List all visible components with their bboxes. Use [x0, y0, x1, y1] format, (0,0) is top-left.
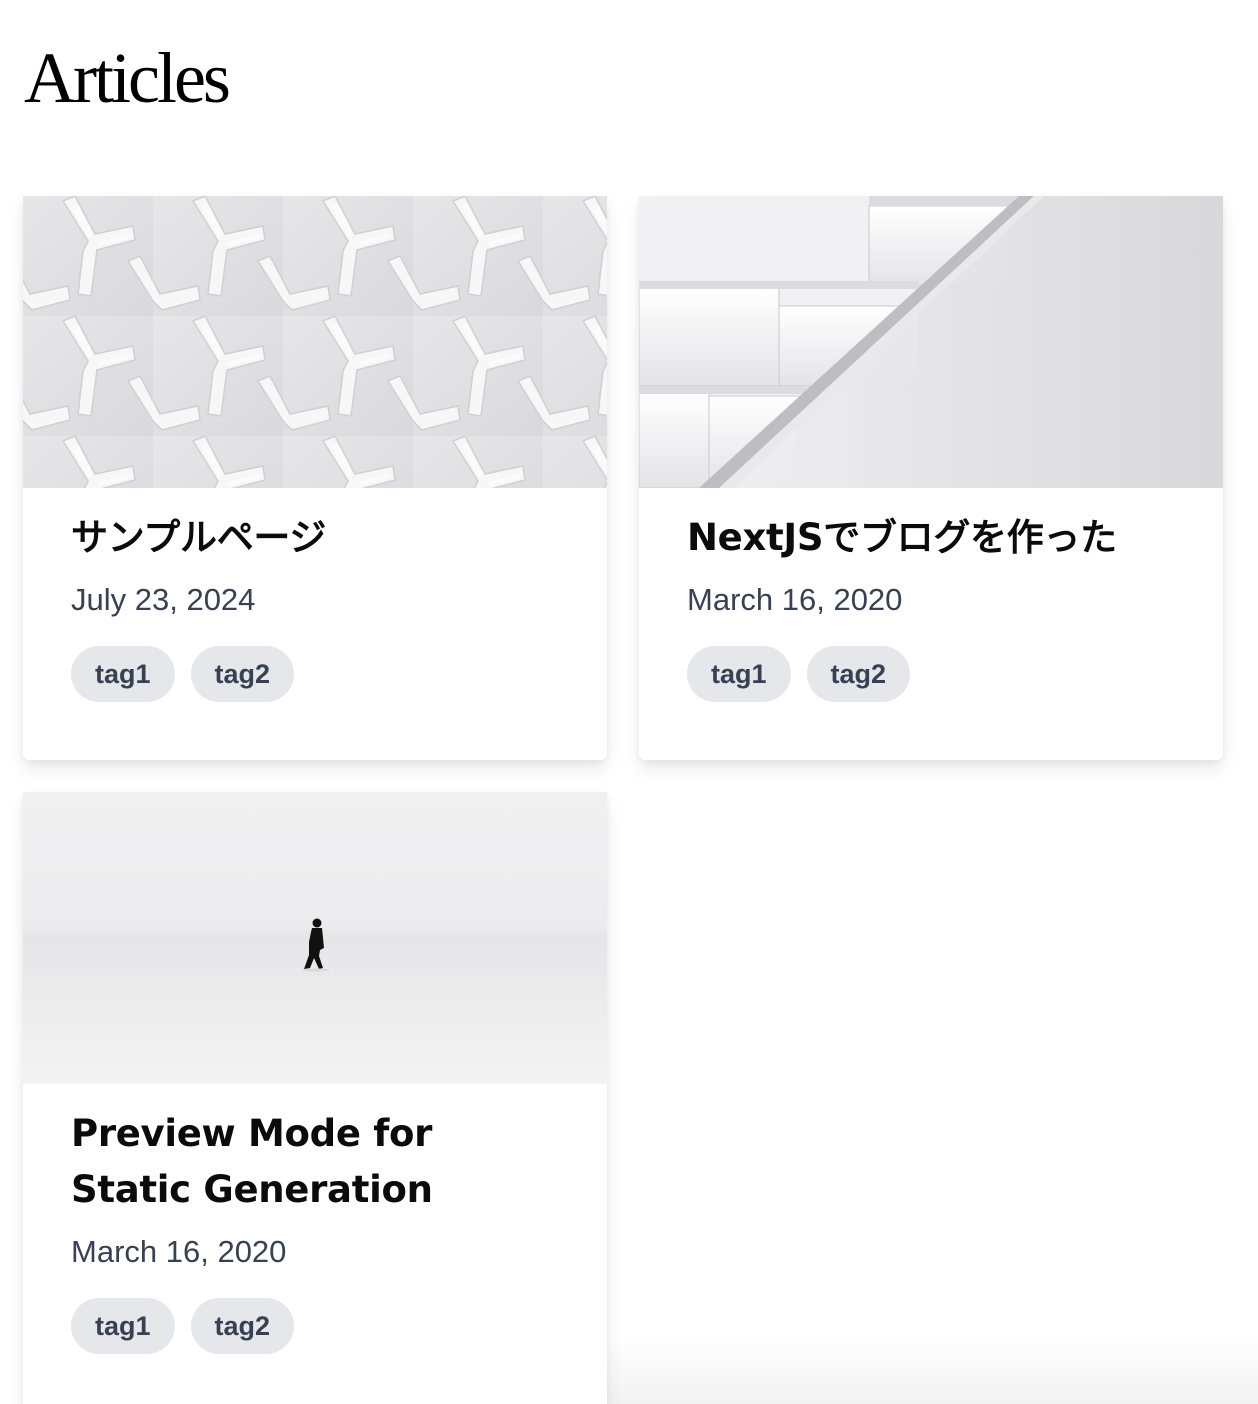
- article-card[interactable]: Preview Mode for Static Generation March…: [23, 792, 607, 1404]
- article-card[interactable]: NextJSでブログを作った March 16, 2020 tag1 tag2: [639, 196, 1223, 760]
- tag-list: tag1 tag2: [71, 646, 559, 702]
- tag-list: tag1 tag2: [71, 1298, 559, 1354]
- article-cover-image: [23, 792, 607, 1084]
- article-date: March 16, 2020: [71, 1234, 287, 1269]
- tag-badge[interactable]: tag2: [806, 646, 911, 702]
- tag-badge[interactable]: tag2: [190, 1298, 295, 1354]
- tag-badge[interactable]: tag1: [71, 646, 175, 702]
- tag-badge[interactable]: tag2: [190, 646, 295, 702]
- article-date: March 16, 2020: [687, 582, 903, 617]
- page-title: Articles: [24, 38, 231, 118]
- article-card[interactable]: サンプルページ July 23, 2024 tag1 tag2: [23, 196, 607, 760]
- article-cover-image: [639, 196, 1223, 488]
- tag-list: tag1 tag2: [687, 646, 1175, 702]
- tag-badge[interactable]: tag1: [687, 646, 791, 702]
- article-title[interactable]: NextJSでブログを作った: [687, 510, 1175, 566]
- scroll-shadow: [607, 1334, 1258, 1404]
- article-date: July 23, 2024: [71, 582, 256, 617]
- article-title[interactable]: Preview Mode for Static Generation: [71, 1106, 559, 1218]
- article-title[interactable]: サンプルページ: [71, 510, 559, 566]
- tag-badge[interactable]: tag1: [71, 1298, 175, 1354]
- article-cover-image: [23, 196, 607, 488]
